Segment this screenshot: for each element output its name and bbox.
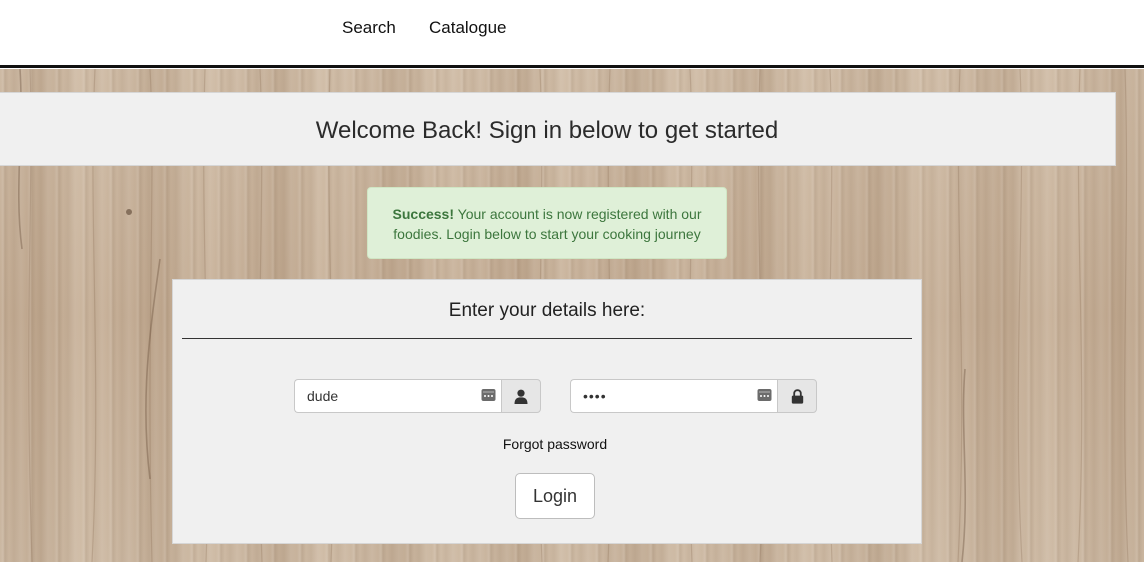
password-input-group: ••••	[570, 379, 817, 413]
login-card-title: Enter your details here:	[448, 300, 646, 321]
user-icon	[514, 389, 528, 404]
nav-link-search[interactable]: Search	[342, 18, 396, 38]
top-navbar: Search Catalogue	[0, 0, 1144, 68]
login-button[interactable]: Login	[515, 473, 595, 519]
username-input-group: dude	[294, 379, 541, 413]
autofill-key-icon[interactable]	[757, 388, 772, 402]
password-input[interactable]: ••••	[570, 379, 777, 413]
login-card: Enter your details here: dude •••• Forgo…	[172, 279, 922, 544]
lock-icon	[791, 388, 803, 404]
welcome-panel: Welcome Back! Sign in below to get start…	[0, 92, 1116, 166]
forgot-password-link[interactable]: Forgot password	[173, 436, 937, 452]
card-divider	[182, 338, 912, 339]
page-title: Welcome Back! Sign in below to get start…	[315, 117, 779, 144]
password-addon	[777, 379, 817, 413]
success-alert: Success! Your account is now registered …	[367, 187, 727, 259]
password-value: ••••	[583, 388, 607, 404]
username-value: dude	[307, 388, 339, 404]
autofill-key-icon[interactable]	[481, 388, 496, 402]
alert-strong: Success!	[392, 206, 454, 222]
nav-link-catalogue[interactable]: Catalogue	[429, 18, 507, 38]
username-input[interactable]: dude	[294, 379, 501, 413]
username-addon	[501, 379, 541, 413]
